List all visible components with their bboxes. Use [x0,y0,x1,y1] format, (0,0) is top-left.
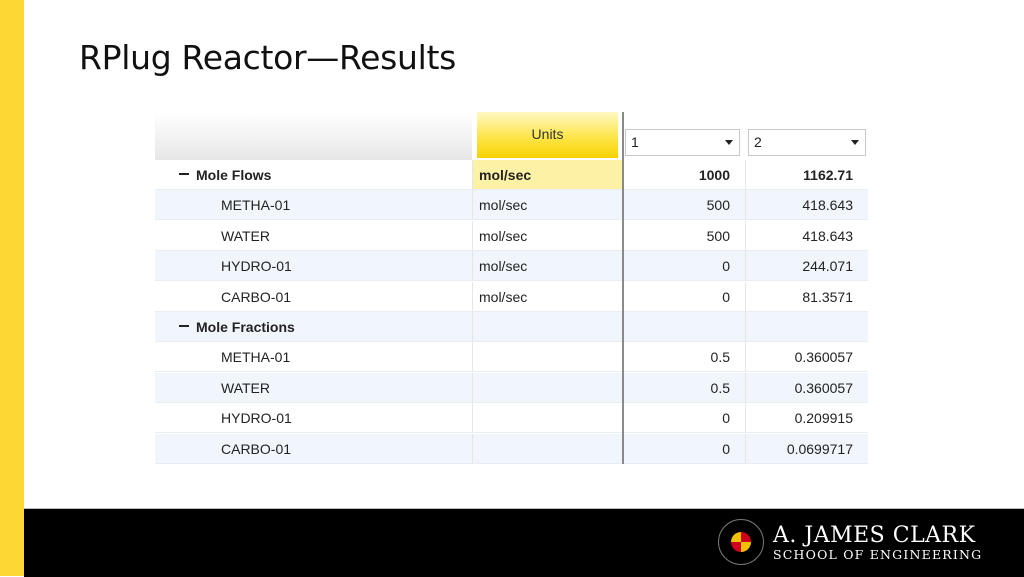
row-label-cell: Mole Flows [155,160,472,189]
collapse-icon[interactable] [179,173,189,176]
row-label: METHA-01 [221,349,291,366]
row-label: WATER [221,227,270,244]
unit-cell[interactable] [472,403,622,433]
units-column-header[interactable]: Units [477,112,618,158]
table-row[interactable]: METHA-01 mol/sec 500 418.643 [155,190,868,221]
row-label: CARBO-01 [221,288,292,305]
column-1-value: 1 [631,134,639,150]
unit-cell[interactable]: mol/sec [472,190,622,220]
row-label-cell: CARBO-01 [155,282,472,311]
value-cell-col-1[interactable]: 1000 [623,160,745,189]
value-cell-col-2[interactable]: 0.360057 [745,372,868,402]
value-cell-col-2[interactable]: 0.0699717 [745,433,868,463]
row-label: CARBO-01 [221,440,292,457]
value-cell-col-1[interactable]: 0 [623,251,745,280]
slide-title: RPlug Reactor—Results [79,38,457,77]
table-row[interactable]: HYDRO-01 0 0.209915 [155,403,868,434]
row-label: Mole Flows [196,167,272,183]
row-label-cell: HYDRO-01 [155,403,472,432]
row-label-cell: CARBO-01 [155,434,472,463]
row-label: METHA-01 [221,197,291,214]
unit-cell[interactable] [472,433,622,463]
row-label-cell: METHA-01 [155,190,472,219]
group-row[interactable]: Mole Fractions [155,312,868,342]
value-cell-col-1[interactable]: 0 [623,434,745,463]
row-label: WATER [221,379,270,396]
value-cell-col-1[interactable]: 0 [623,403,745,432]
column-1-selector[interactable]: 1 [625,129,740,156]
university-of-maryland-seal-icon [718,519,764,565]
grid-header: Units 1 2 [155,112,868,160]
value-cell-col-1[interactable]: 0 [623,282,745,311]
value-cell-col-2[interactable]: 1162.71 [745,160,868,189]
row-label-cell: METHA-01 [155,342,472,371]
value-cell-col-2[interactable]: 0.209915 [745,403,868,433]
unit-cell[interactable] [472,312,622,341]
table-row[interactable]: HYDRO-01 mol/sec 0 244.071 [155,251,868,282]
row-label: Mole Fractions [196,319,295,335]
logo-line-2: SCHOOL OF ENGINEERING [773,547,983,562]
table-row[interactable]: METHA-01 0.5 0.360057 [155,342,868,373]
unit-cell[interactable]: mol/sec [472,281,622,311]
column-2-selector[interactable]: 2 [748,129,866,156]
row-label-cell: HYDRO-01 [155,251,472,280]
value-cell-col-2[interactable]: 418.643 [745,220,868,250]
value-cell-col-2[interactable]: 418.643 [745,190,868,220]
collapse-icon[interactable] [179,325,189,328]
unit-cell[interactable]: mol/sec [472,160,622,189]
unit-cell[interactable] [472,342,622,372]
clark-school-logo: A. JAMES CLARK SCHOOL OF ENGINEERING [718,517,981,567]
value-cell-col-2[interactable]: 244.071 [745,251,868,281]
value-cell-col-1[interactable]: 500 [623,221,745,250]
value-cell-col-2[interactable]: 0.360057 [745,342,868,372]
table-row[interactable]: CARBO-01 0 0.0699717 [155,433,868,464]
group-row[interactable]: Mole Flows mol/sec 1000 1162.71 [155,160,868,190]
column-divider[interactable] [622,112,624,464]
logo-line-1: A. JAMES CLARK [773,523,976,548]
row-label-cell: Mole Fractions [155,312,472,341]
row-label: HYDRO-01 [221,410,292,427]
unit-cell[interactable]: mol/sec [472,251,622,281]
table-row[interactable]: WATER 0.5 0.360057 [155,372,868,403]
row-label: HYDRO-01 [221,258,292,275]
unit-cell[interactable]: mol/sec [472,220,622,250]
table-row[interactable]: CARBO-01 mol/sec 0 81.3571 [155,281,868,312]
row-label-cell: WATER [155,221,472,250]
row-label-cell: WATER [155,373,472,402]
results-grid: Units 1 2 Mole Flows mol/sec 1000 1162.71 ME… [155,112,868,464]
column-2-value: 2 [754,134,762,150]
value-cell-col-1[interactable]: 0.5 [623,342,745,371]
value-cell-col-1[interactable] [623,312,745,341]
unit-cell[interactable] [472,372,622,402]
value-cell-col-1[interactable]: 500 [623,190,745,219]
value-cell-col-2[interactable] [745,312,868,341]
table-row[interactable]: WATER mol/sec 500 418.643 [155,220,868,251]
header-blank-cell [155,112,472,160]
value-cell-col-1[interactable]: 0.5 [623,373,745,402]
dropdown-arrow-icon[interactable] [851,140,859,145]
dropdown-arrow-icon[interactable] [725,140,733,145]
value-cell-col-2[interactable]: 81.3571 [745,281,868,311]
accent-bar [0,0,24,576]
